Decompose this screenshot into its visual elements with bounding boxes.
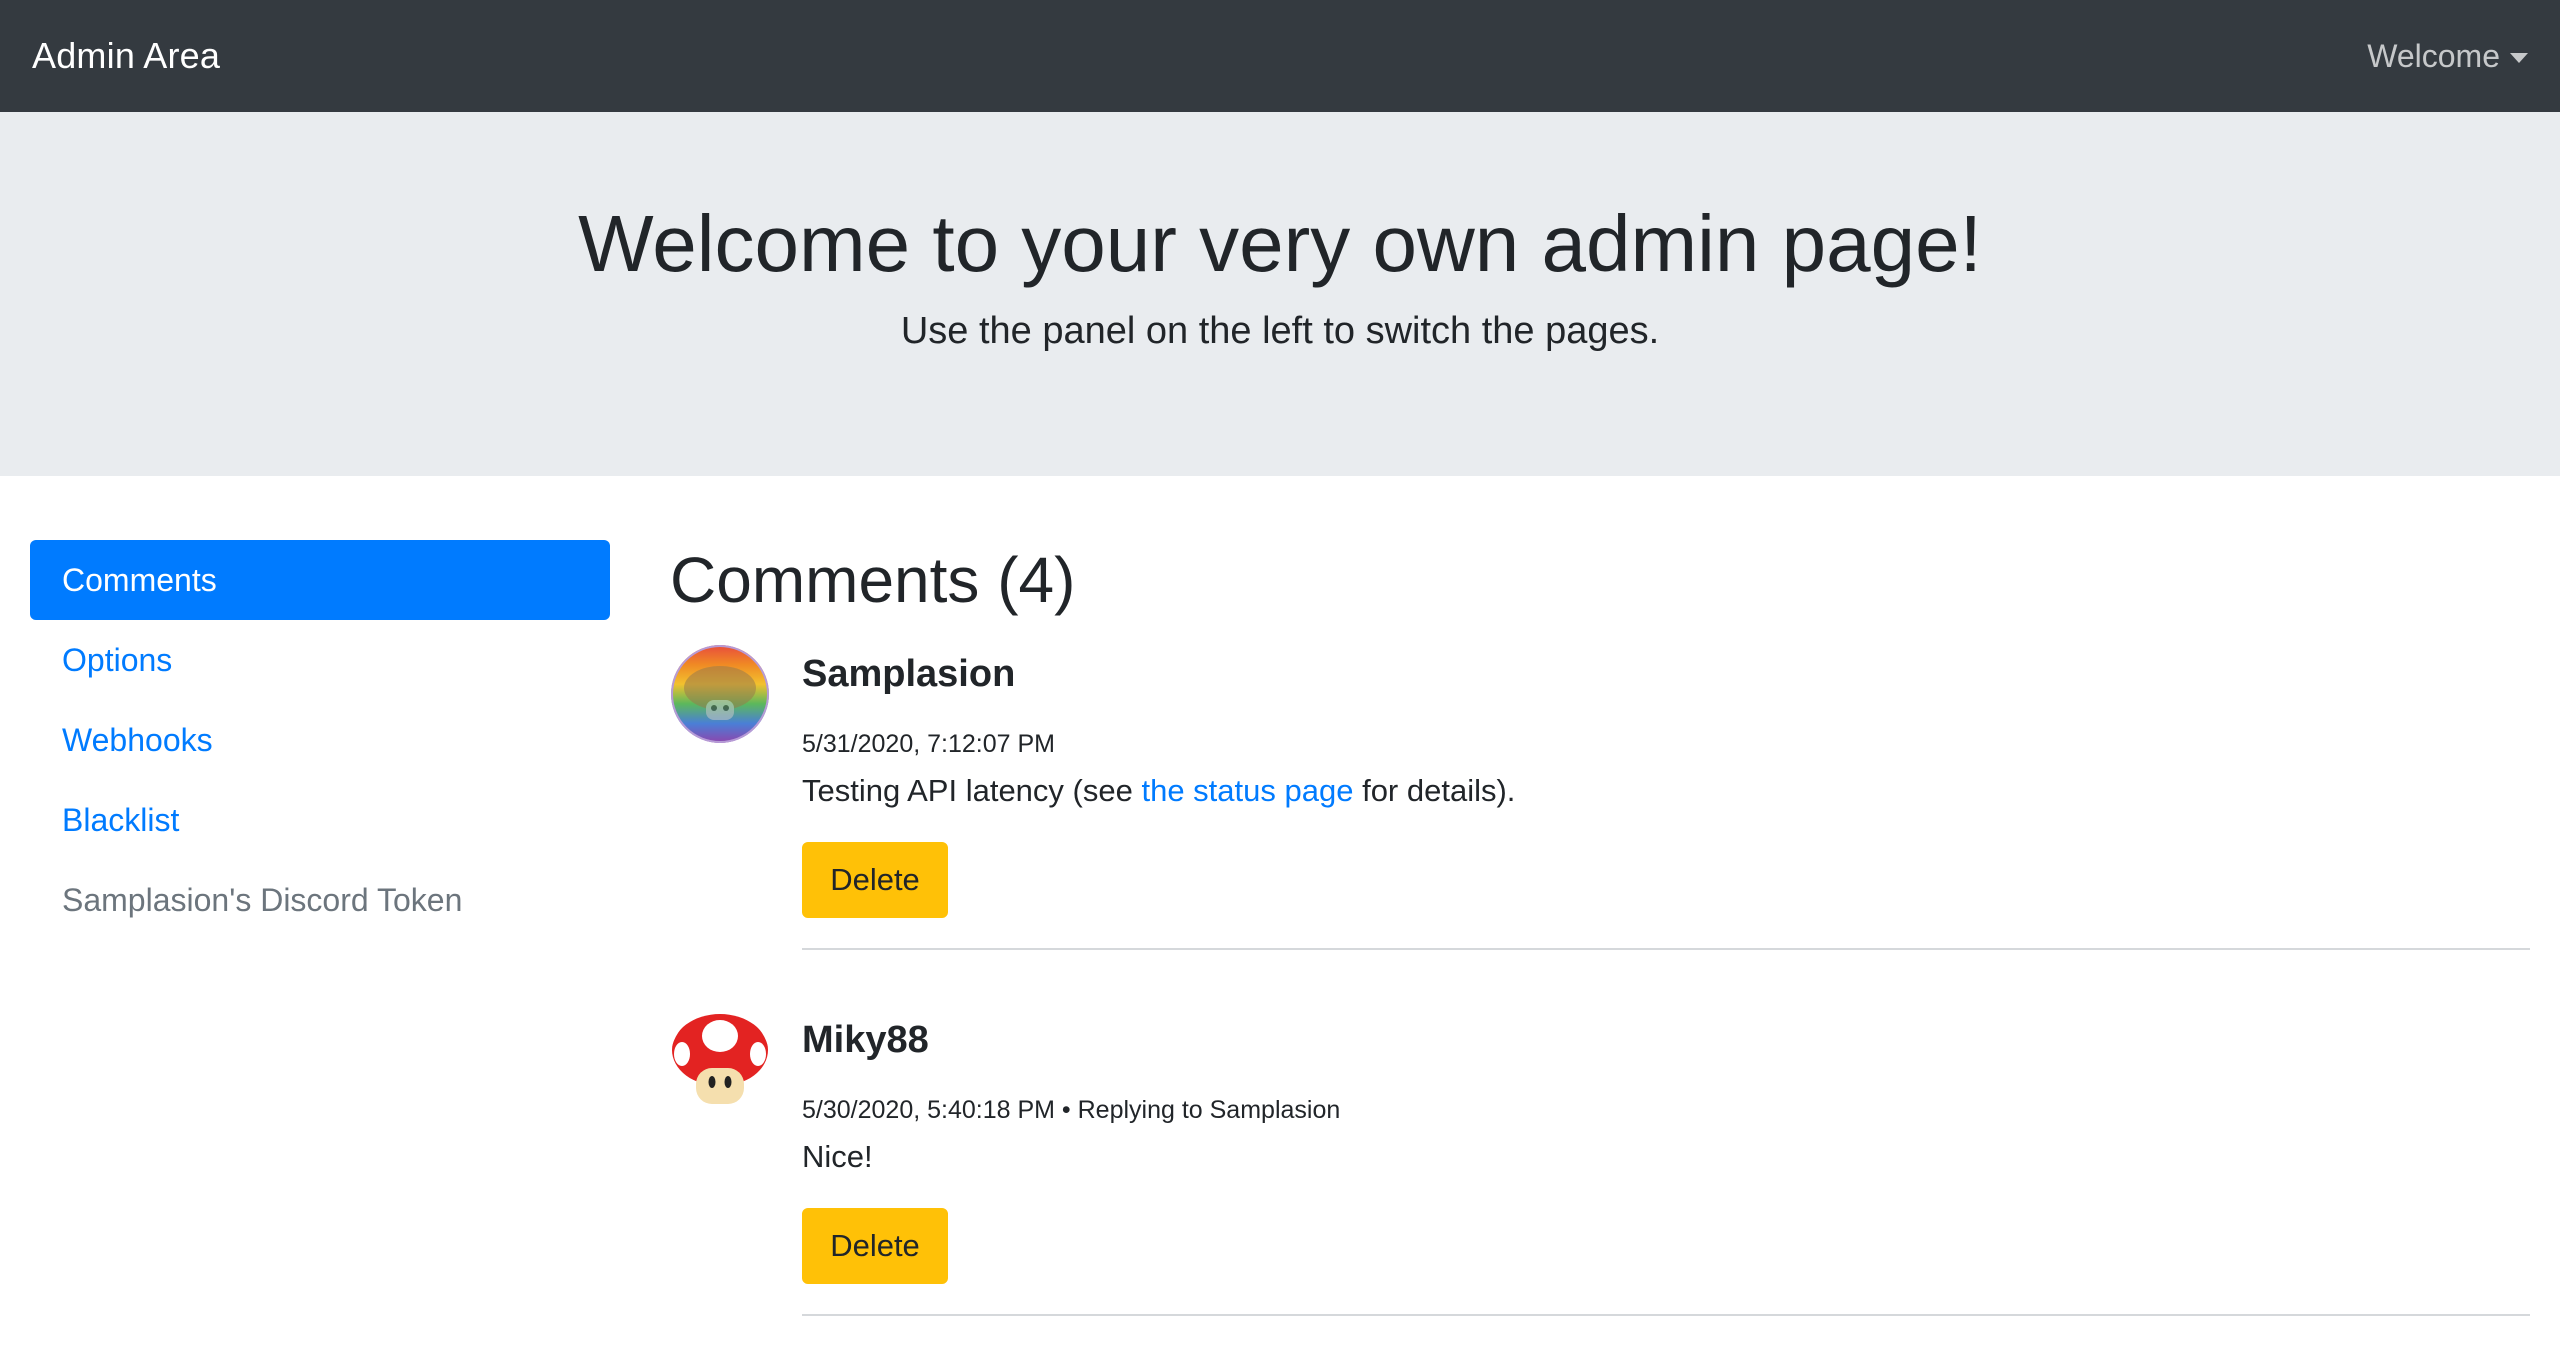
navbar-brand[interactable]: Admin Area [32, 35, 220, 77]
top-navbar: Admin Area Welcome [0, 0, 2560, 112]
red-mushroom-avatar-icon [670, 1010, 770, 1110]
jumbotron: Welcome to your very own admin page! Use… [0, 112, 2560, 476]
welcome-dropdown-label: Welcome [2367, 37, 2500, 74]
caret-down-icon [2510, 53, 2528, 63]
comment-divider [802, 1314, 2530, 1316]
delete-comment-button[interactable]: Delete [802, 1208, 948, 1284]
comment-body: Samplasion 5/31/2020, 7:12:07 PM Testing… [802, 644, 2530, 918]
reply-info: • Replying to Samplasion [1054, 1096, 1341, 1124]
comment-body: Miky88 5/30/2020, 5:40:18 PM • Replying … [802, 1010, 2530, 1284]
comment-text-after: for details). [1353, 773, 1516, 808]
comment-author: Miky88 [802, 1019, 929, 1061]
comment-timestamp: 5/31/2020, 7:12:07 PM [802, 730, 1055, 758]
comment-timestamp: 5/30/2020, 5:40:18 PM [802, 1096, 1055, 1124]
comment-meta: 5/30/2020, 5:40:18 PM • Replying to Samp… [802, 1092, 2530, 1128]
comment-item: Samplasion 5/31/2020, 7:12:07 PM Testing… [670, 540, 2530, 950]
sidebar-item-comments[interactable]: Comments [30, 540, 610, 620]
sidebar-item-blacklist[interactable]: Blacklist [30, 780, 610, 860]
main-content: Comments (4) Samplasion 5/31/2020, 7:12:… [670, 540, 2530, 1316]
page-title: Welcome to your very own admin page! [578, 199, 1982, 288]
sidebar-item-discord-token: Samplasion's Discord Token [62, 882, 463, 918]
sidebar-item-options[interactable]: Options [30, 620, 610, 700]
comment-item: Miky88 5/30/2020, 5:40:18 PM • Replying … [670, 906, 2530, 1316]
comment-author: Samplasion [802, 653, 1016, 695]
sidebar-nav: Comments Options Webhooks Blacklist Samp… [30, 540, 610, 940]
welcome-dropdown[interactable]: Welcome [2367, 38, 2528, 75]
status-page-link[interactable]: the status page [1141, 773, 1353, 808]
sidebar-item-webhooks[interactable]: Webhooks [30, 700, 610, 780]
comment-text-before: Testing API latency (see [802, 773, 1142, 808]
comment-text: Testing API latency (see the status page… [802, 768, 2530, 814]
rainbow-mushroom-avatar-icon [670, 644, 770, 744]
page-lead: Use the panel on the left to switch the … [900, 310, 1660, 352]
comment-text: Nice! [802, 1139, 873, 1174]
